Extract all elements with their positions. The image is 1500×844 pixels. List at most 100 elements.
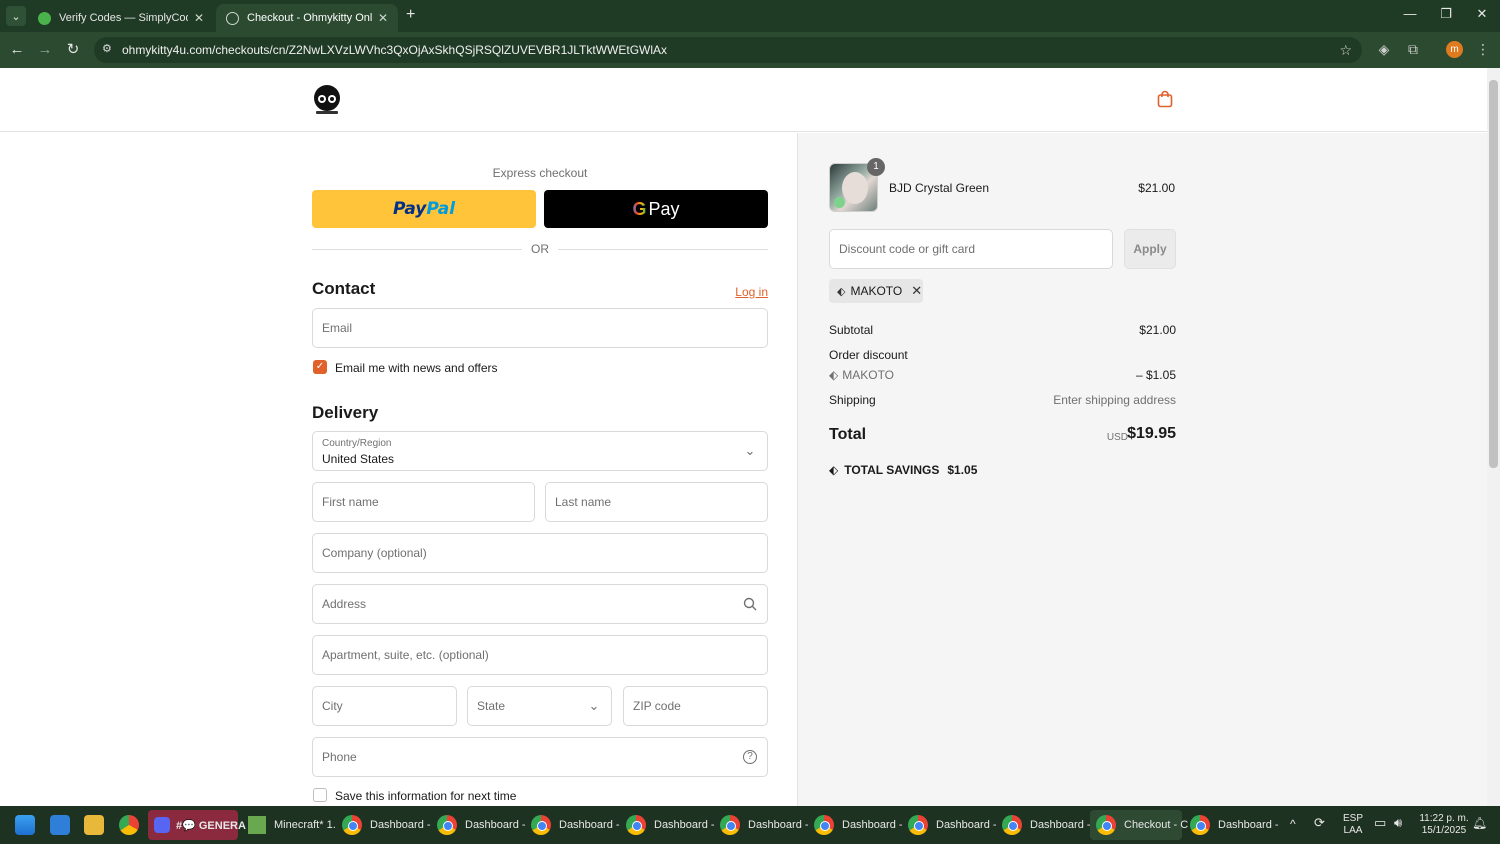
chrome-icon <box>342 815 362 835</box>
scrollbar-thumb[interactable] <box>1489 80 1498 468</box>
taskbar-app-chrome[interactable]: Dashboard - <box>342 810 431 840</box>
notification-bell-icon[interactable]: 🔔︎ <box>1472 817 1487 829</box>
address-field[interactable]: Address <box>312 584 768 624</box>
email-field[interactable]: Email <box>312 308 768 348</box>
address-bar[interactable]: ⚙ ohmykitty4u.com/checkouts/cn/Z2NwLXVzL… <box>94 37 1362 63</box>
apply-button[interactable]: Apply <box>1124 229 1176 269</box>
bookmark-star-icon[interactable]: ☆ <box>1339 42 1352 59</box>
windows-start-icon[interactable] <box>15 815 35 835</box>
chrome-icon <box>1096 815 1116 835</box>
taskbar-app-chrome[interactable]: Dashboard - <box>531 810 620 840</box>
restore-icon[interactable]: ❐ <box>1436 6 1456 22</box>
taskbar-app-chrome-checkout[interactable]: Checkout - C <box>1090 810 1188 840</box>
savings-label: TOTAL SAVINGS <box>844 463 940 477</box>
zip-field[interactable]: ZIP code <box>623 686 768 726</box>
last-name-placeholder: Last name <box>555 495 612 509</box>
taskbar-app-minecraft[interactable]: Minecraft* 1. <box>248 810 336 840</box>
page-scrollbar[interactable] <box>1487 68 1500 806</box>
taskbar-app-chrome[interactable]: Dashboard - <box>437 810 526 840</box>
taskbar-app-discord[interactable]: #💬 GENERA <box>148 810 246 840</box>
store-icon[interactable] <box>50 815 70 835</box>
shopping-bag-icon[interactable] <box>1157 90 1173 108</box>
subtotal-label: Subtotal <box>829 323 874 337</box>
clock[interactable]: 11:22 p. m. 15/1/2025 <box>1416 813 1472 837</box>
help-question-icon[interactable]: ? <box>743 750 757 764</box>
taskbar-app-chrome[interactable]: Dashboard - <box>1002 810 1091 840</box>
apartment-field[interactable]: Apartment, suite, etc. (optional) <box>312 635 768 675</box>
site-info-icon[interactable]: ⚙ <box>102 43 115 56</box>
paypal-wordmark-pay: Pay <box>392 199 427 219</box>
applied-discount-chip: ⬖ MAKOTO ✕ <box>829 279 923 303</box>
store-logo-icon[interactable] <box>312 84 342 116</box>
simplycodes-favicon-icon <box>38 11 51 25</box>
phone-placeholder: Phone <box>322 750 357 764</box>
close-icon[interactable]: ✕ <box>194 11 204 25</box>
close-icon[interactable]: ✕ <box>378 11 388 25</box>
city-field[interactable]: City <box>312 686 457 726</box>
product-name: BJD Crystal Green <box>889 181 990 195</box>
tab-search-chevron-icon[interactable]: ⌄ <box>6 6 26 26</box>
remove-discount-close-icon[interactable]: ✕ <box>911 283 922 299</box>
menu-kebab-icon[interactable]: ⋮ <box>1474 40 1492 58</box>
file-explorer-icon[interactable] <box>84 815 104 835</box>
taskbar-app-chrome[interactable]: Dashboard - <box>626 810 715 840</box>
taskbar-app-label: Dashboard - <box>654 819 715 831</box>
taskbar-app-label: Dashboard - <box>748 819 809 831</box>
extensions-icon[interactable]: ⧉ <box>1404 40 1422 58</box>
network-icon[interactable]: ▭ <box>1374 816 1386 829</box>
chrome-icon[interactable] <box>119 815 139 835</box>
country-select[interactable]: Country/Region United States ⌄ <box>312 431 768 471</box>
discount-code-row: ⬖ MAKOTO – $1.05 <box>829 368 1176 382</box>
first-name-placeholder: First name <box>322 495 379 509</box>
product-price: $21.00 <box>1138 181 1175 195</box>
taskbar-app-label: Dashboard - <box>842 819 903 831</box>
paypal-button[interactable]: Pay Pal <box>312 190 536 228</box>
tab-checkout[interactable]: Checkout - Ohmykitty Online St ✕ <box>216 4 398 32</box>
company-field[interactable]: Company (optional) <box>312 533 768 573</box>
taskbar-app-label: #💬 GENERA <box>176 819 246 832</box>
first-name-field[interactable]: First name <box>312 482 535 522</box>
total-row: Total USD $19.95 <box>829 425 1176 447</box>
new-tab-plus-icon[interactable]: + <box>406 6 415 24</box>
order-summary: 1 BJD Crystal Green $21.00 Discount code… <box>797 133 1487 806</box>
search-icon <box>743 597 757 611</box>
login-link[interactable]: Log in <box>700 285 768 299</box>
profile-avatar[interactable]: m <box>1446 41 1463 58</box>
chrome-icon <box>1190 815 1210 835</box>
taskbar-app-chrome[interactable]: Dashboard - <box>1190 810 1279 840</box>
discount-code-input[interactable]: Discount code or gift card <box>829 229 1113 269</box>
chevron-down-icon: ⌄ <box>744 443 756 458</box>
window-close-icon[interactable]: ✕ <box>1472 6 1492 22</box>
globe-icon <box>226 11 239 25</box>
email-placeholder: Email <box>322 321 353 335</box>
minimize-icon[interactable]: — <box>1400 6 1420 21</box>
checkout-page: Express checkout Pay Pal G Pay OR Contact… <box>0 68 1487 806</box>
phone-field[interactable]: Phone ? <box>312 737 768 777</box>
taskbar-app-chrome[interactable]: Dashboard - <box>720 810 809 840</box>
clock-time: 11:22 p. m. <box>1419 813 1469 824</box>
forward-arrow-icon[interactable]: → <box>36 40 54 58</box>
google-pay-button[interactable]: G Pay <box>544 190 768 228</box>
taskbar-app-chrome[interactable]: Dashboard - <box>908 810 997 840</box>
save-info-checkbox[interactable] <box>313 788 327 802</box>
applied-code-label: MAKOTO <box>850 284 903 298</box>
sync-icon[interactable]: ⟳ <box>1314 816 1325 829</box>
extension-puzzle-dim-icon[interactable]: ◈ <box>1375 40 1393 58</box>
news-offers-checkbox[interactable]: ✓ <box>313 360 327 374</box>
clock-date: 15/1/2025 <box>1421 825 1467 836</box>
keyboard-layout: LAA <box>1343 825 1363 836</box>
chrome-icon <box>531 815 551 835</box>
reload-icon[interactable]: ↻ <box>64 40 82 58</box>
back-arrow-icon[interactable]: ← <box>8 40 26 58</box>
state-select[interactable]: State ⌄ <box>467 686 612 726</box>
volume-icon[interactable]: 🔊︎ <box>1394 816 1402 829</box>
tab-simplycodes[interactable]: Verify Codes — SimplyCodes ✕ <box>28 4 214 32</box>
tag-icon: ⬖ <box>829 463 839 477</box>
language-indicator[interactable]: ESP LAA <box>1340 813 1366 837</box>
last-name-field[interactable]: Last name <box>545 482 768 522</box>
address-placeholder: Address <box>322 597 367 611</box>
gpay-label: Pay <box>648 198 680 219</box>
discord-icon <box>154 817 170 833</box>
taskbar-app-chrome[interactable]: Dashboard - <box>814 810 903 840</box>
tray-chevron-up-icon[interactable]: ^ <box>1290 818 1296 830</box>
